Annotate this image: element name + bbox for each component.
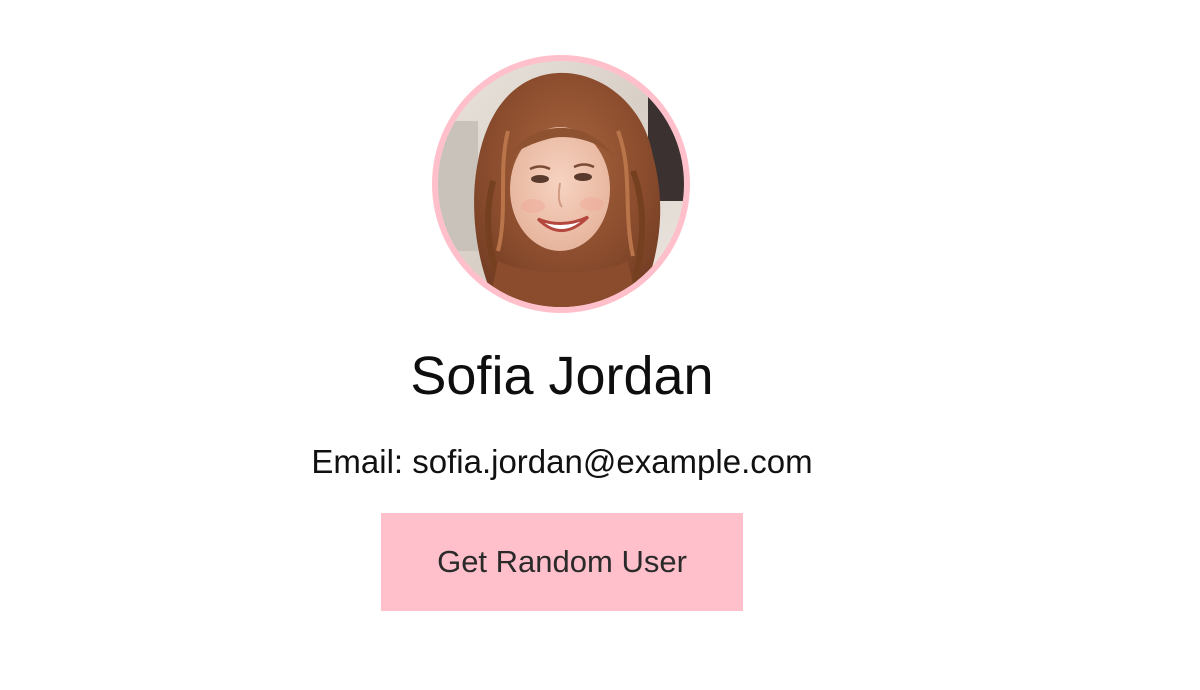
user-email: Email: sofia.jordan@example.com <box>311 443 813 480</box>
user-photo <box>438 61 684 307</box>
avatar <box>432 55 690 313</box>
get-random-user-button[interactable]: Get Random User <box>381 513 743 611</box>
user-card: Sofia Jordan Email: sofia.jordan@example… <box>0 0 1124 690</box>
user-name: Sofia Jordan <box>410 346 714 406</box>
